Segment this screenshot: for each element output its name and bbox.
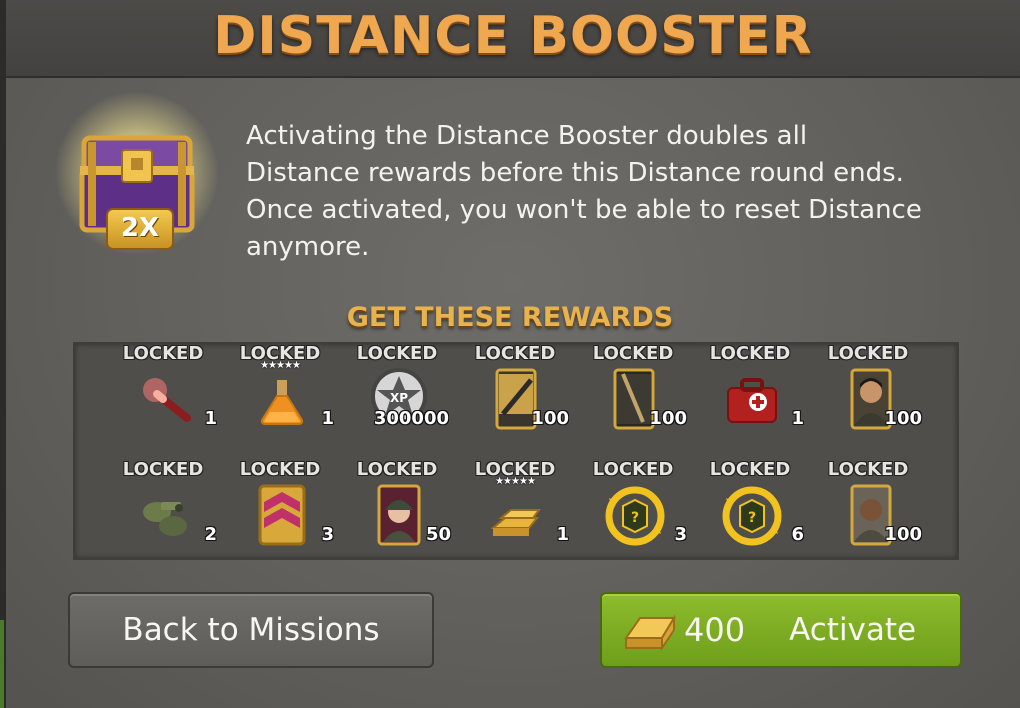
reward-count: 1 [791,408,804,429]
reward-count: 3 [674,524,687,545]
locked-label: LOCKED [827,343,909,364]
dialog-title: DISTANCE BOOSTER [213,6,813,66]
back-to-missions-button[interactable]: Back to Missions [68,592,434,668]
title-bar: DISTANCE BOOSTER [6,0,1020,78]
reward-count: 2 [204,524,217,545]
reward-count: 100 [884,408,922,429]
reward-item[interactable]: LOCKED 100 [812,459,924,568]
medkit-icon [727,378,777,423]
reward-count: 3 [321,524,334,545]
back-button-label: Back to Missions [122,612,380,648]
reward-count: 1 [321,408,334,429]
gold-bar-icon [624,614,676,652]
locked-label: LOCKED [592,343,674,364]
locked-label: LOCKED [122,343,204,364]
locked-label: LOCKED [122,459,204,480]
activate-cost: 400 [684,611,746,649]
booster-chest: 2X [52,88,222,268]
svg-text:?: ? [631,510,639,526]
reward-item[interactable]: LOCKED XP 300000 [341,343,453,452]
soldier-portrait-icon [377,484,421,546]
reward-count: 100 [884,524,922,545]
reward-count: 50 [425,524,451,545]
reward-item[interactable]: LOCKED 1 [694,343,806,452]
reward-count: 1 [556,524,569,545]
reward-item[interactable]: LOCKED 1 [107,343,219,452]
locked-label: LOCKED [356,459,438,480]
reward-count: 100 [649,408,687,429]
svg-text:XP: XP [390,391,408,405]
locked-label: LOCKED [827,459,909,480]
locked-label: LOCKED [239,459,321,480]
mystery-box-icon: ? [605,486,665,546]
reward-item[interactable]: LOCKED ? 3 [577,459,689,568]
reward-item[interactable]: LOCKED 100 [459,343,571,452]
scrap-parts-icon [143,502,187,536]
reward-count: 100 [531,408,569,429]
reward-item[interactable]: LOCKED ★★★★★ 1 [224,343,336,452]
locked-label: LOCKED [709,459,791,480]
reward-count: 300000 [373,408,449,429]
locked-label: LOCKED [474,343,556,364]
rewards-heading: GET THESE REWARDS [346,302,674,333]
chest-multiplier-badge: 2X [106,208,174,250]
mystery-box-icon: ? [722,486,782,546]
reward-item[interactable]: LOCKED ★★★★★ 1 [459,459,571,568]
gold-bars-icon [490,509,541,536]
reward-count: 6 [791,524,804,545]
reward-count: 1 [204,408,217,429]
reward-item[interactable]: LOCKED 100 [812,343,924,452]
reward-item[interactable]: LOCKED 2 [107,459,219,568]
flare-icon [143,378,191,422]
reward-item[interactable]: LOCKED ? 6 [694,459,806,568]
edge-accent [0,620,4,708]
svg-text:?: ? [748,510,756,526]
activate-button[interactable]: 400 Activate [600,592,962,668]
activate-label: Activate [789,612,917,648]
locked-label: LOCKED [356,343,438,364]
potion-flask-icon [260,380,304,425]
locked-label: LOCKED [709,343,791,364]
rank-chevron-icon [258,484,306,546]
reward-item[interactable]: LOCKED 100 [577,343,689,452]
reward-item[interactable]: LOCKED 50 [341,459,453,568]
reward-item[interactable]: LOCKED 3 [224,459,336,568]
booster-description: Activating the Distance Booster doubles … [246,121,922,262]
locked-label: LOCKED [592,459,674,480]
